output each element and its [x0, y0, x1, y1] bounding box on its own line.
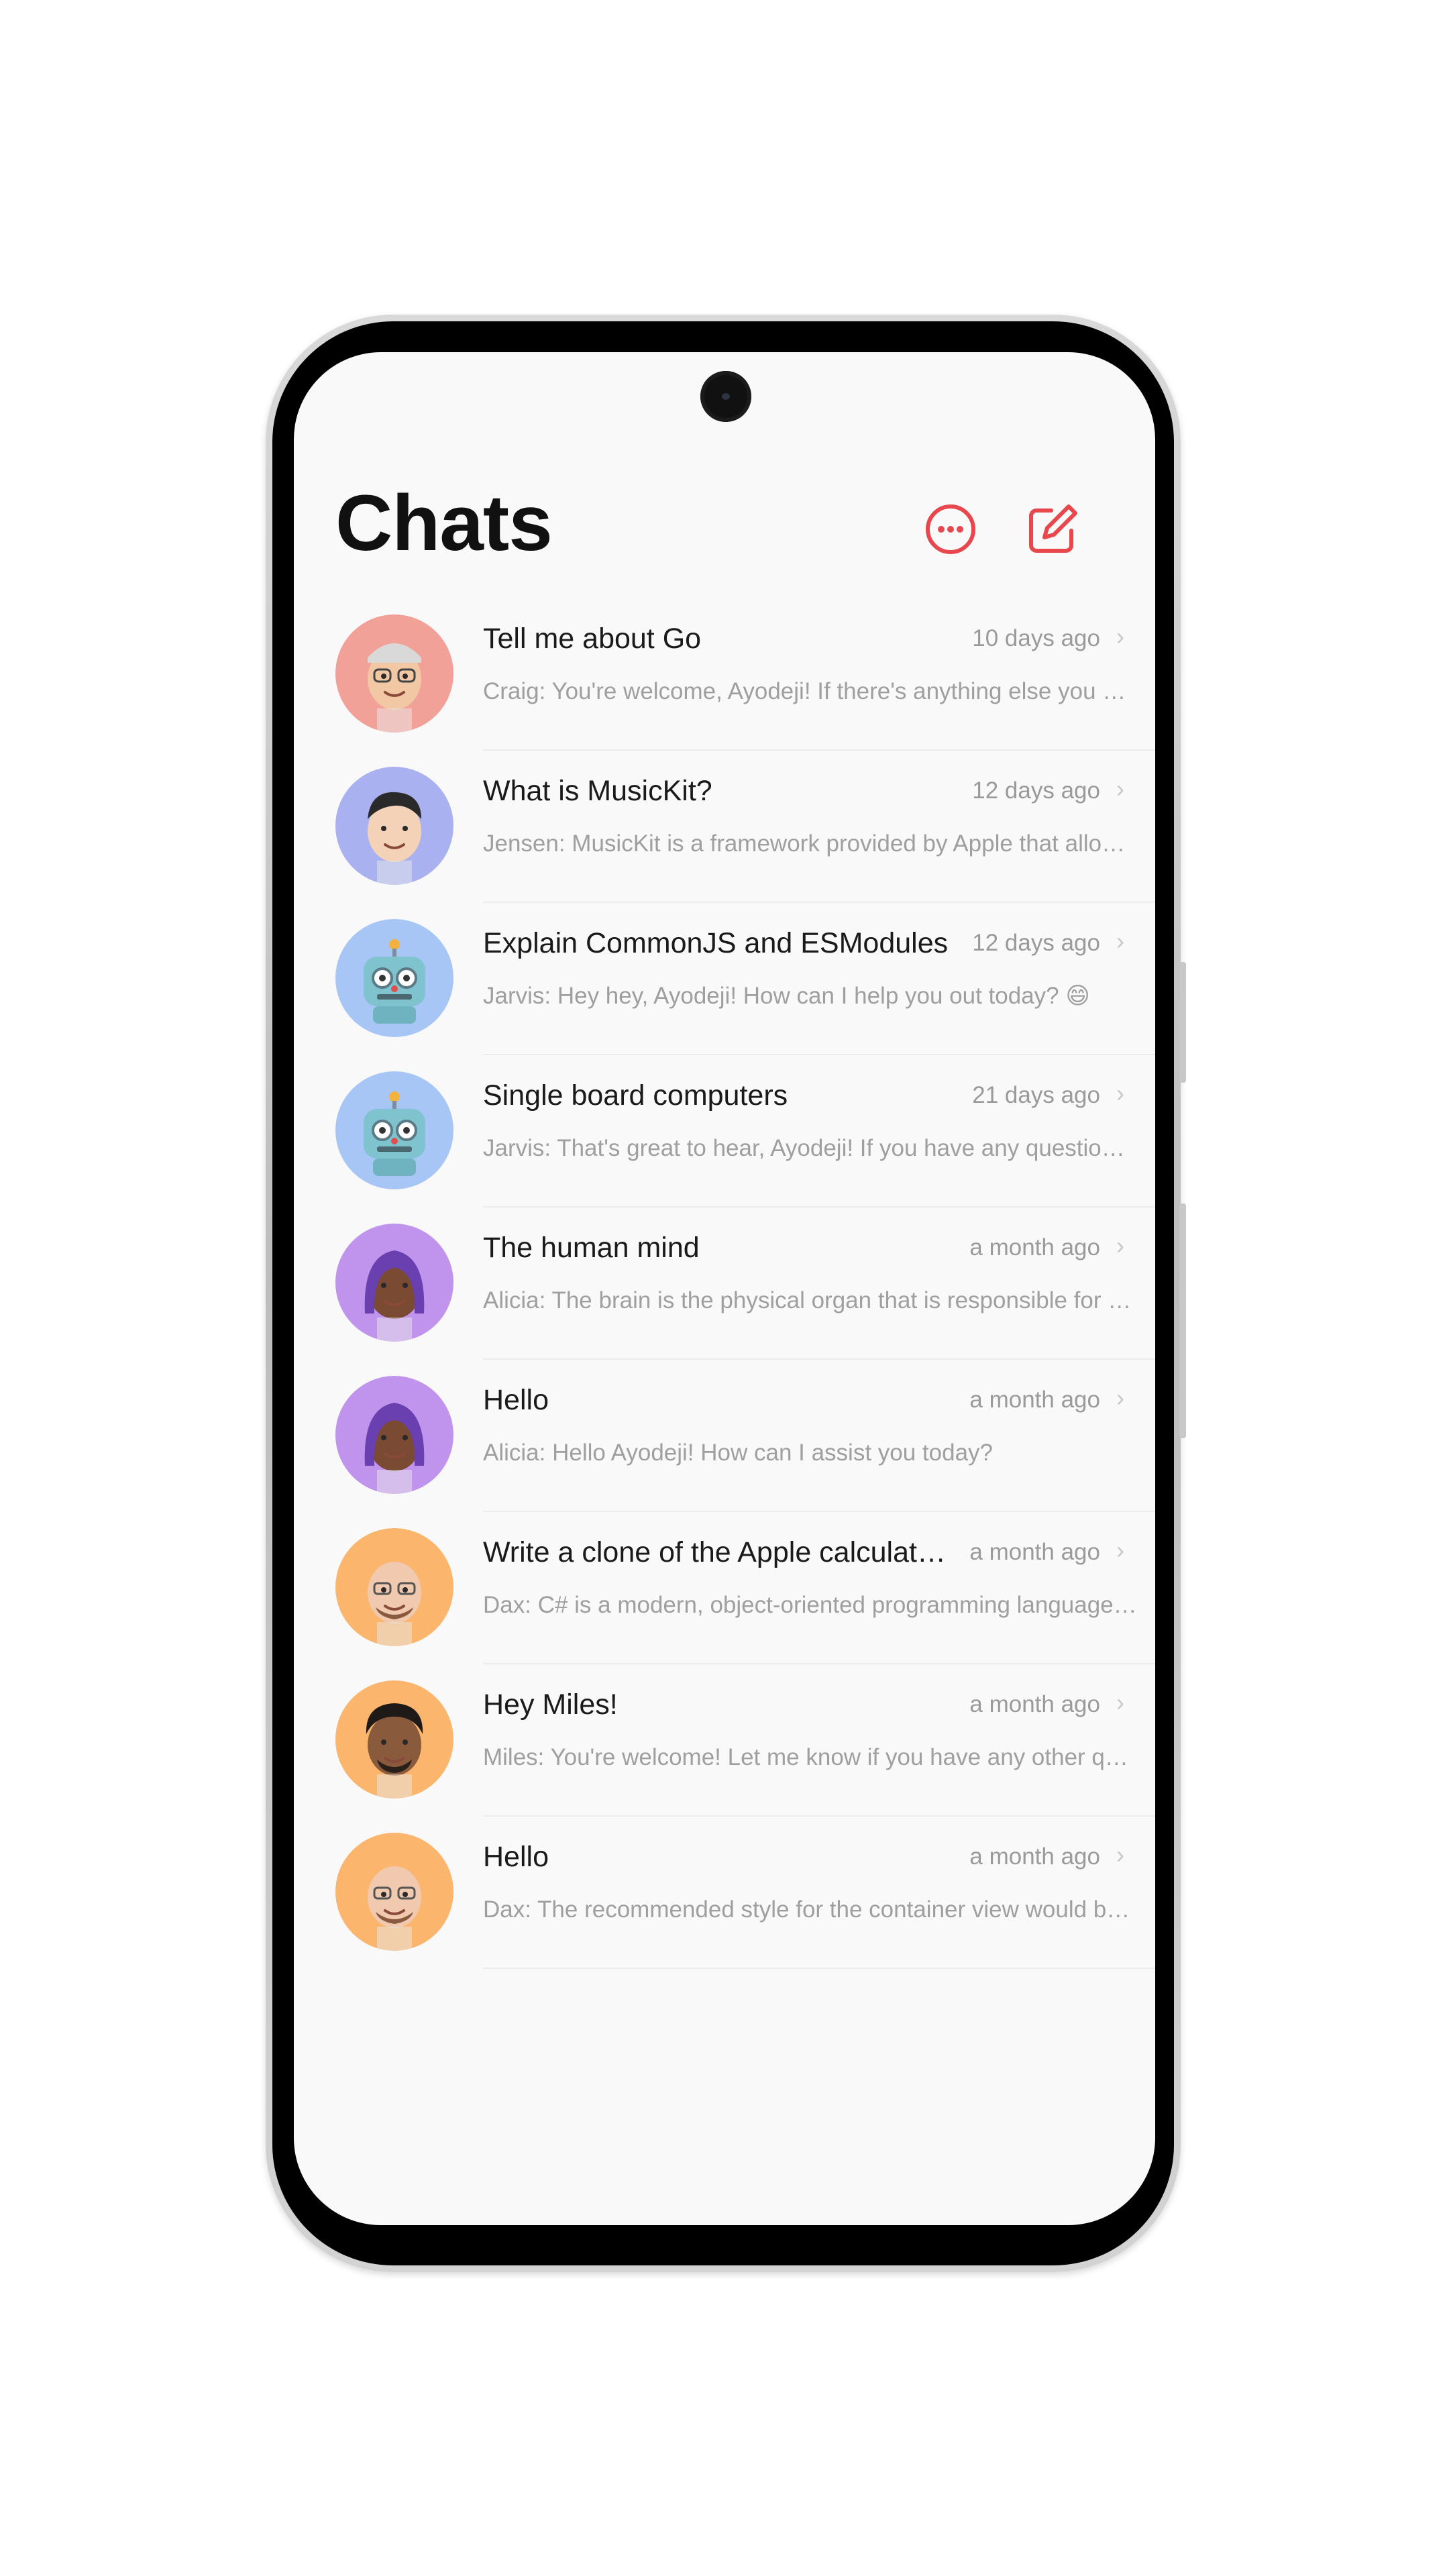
chat-preview: Jarvis: That's great to hear, Ayodeji! I… [483, 1135, 1137, 1161]
chat-title: Write a clone of the Apple calculator ap… [483, 1536, 953, 1568]
chevron-right-icon: › [1116, 1536, 1124, 1564]
chat-list-item[interactable]: Write a clone of the Apple calculator ap… [294, 1511, 1155, 1664]
chat-timestamp: a month ago [969, 1234, 1100, 1260]
chevron-right-icon: › [1116, 1841, 1124, 1868]
chat-list-item[interactable]: Tell me about Go 10 days ago › Craig: Yo… [294, 597, 1155, 751]
chat-item-body: What is MusicKit? 12 days ago › Jensen: … [483, 749, 1155, 903]
chat-timestamp: 12 days ago [972, 777, 1100, 804]
avatar [335, 1680, 453, 1799]
chat-item-body: Hello a month ago › Dax: The recommended… [483, 1815, 1155, 1969]
chat-item-body: Hey Miles! a month ago › Miles: You're w… [483, 1663, 1155, 1817]
avatar [335, 1528, 453, 1646]
chat-preview: Dax: The recommended style for the conta… [483, 1896, 1137, 1923]
avatar [335, 919, 453, 1037]
avatar [335, 1833, 453, 1951]
chevron-right-icon: › [1116, 1688, 1124, 1716]
power-button [1179, 1203, 1186, 1438]
chat-preview: Alicia: Hello Ayodeji! How can I assist … [483, 1440, 994, 1466]
chevron-right-icon: › [1116, 1079, 1124, 1107]
chevron-right-icon: › [1116, 775, 1124, 802]
avatar [335, 1224, 453, 1342]
chat-item-body: Tell me about Go 10 days ago › Craig: Yo… [483, 597, 1155, 751]
chat-preview: Dax: C# is a modern, object-oriented pro… [483, 1592, 1137, 1618]
avatar [335, 1376, 453, 1494]
chat-timestamp: a month ago [969, 1691, 1100, 1717]
chevron-right-icon: › [1116, 927, 1124, 955]
chat-item-body: Hello a month ago › Alicia: Hello Ayodej… [483, 1358, 1155, 1512]
chat-list-item[interactable]: Explain CommonJS and ESModules 12 days a… [294, 902, 1155, 1055]
chat-preview: Miles: You're welcome! Let me know if yo… [483, 1744, 1137, 1770]
chat-title: Single board computers [483, 1079, 788, 1112]
chat-title: Explain CommonJS and ESModules [483, 927, 949, 959]
page-title: Chats [335, 479, 553, 568]
chat-timestamp: 10 days ago [972, 625, 1100, 651]
chat-item-body: Explain CommonJS and ESModules 12 days a… [483, 902, 1155, 1055]
chat-title: Tell me about Go [483, 623, 702, 655]
chat-preview: Jarvis: Hey hey, Ayodeji! How can I help… [483, 983, 1090, 1009]
chat-timestamp: a month ago [969, 1387, 1100, 1413]
chat-item-body: Single board computers 21 days ago › Jar… [483, 1054, 1155, 1208]
chat-timestamp: a month ago [969, 1539, 1100, 1565]
chat-list-item[interactable]: Hey Miles! a month ago › Miles: You're w… [294, 1663, 1155, 1817]
avatar [335, 614, 453, 733]
more-horizontal-circle-icon [926, 504, 975, 554]
chat-title: What is MusicKit? [483, 775, 712, 807]
chat-title: The human mind [483, 1232, 700, 1264]
avatar [335, 767, 453, 885]
chevron-right-icon: › [1116, 1384, 1124, 1411]
chat-list: Tell me about Go 10 days ago › Craig: Yo… [294, 597, 1155, 1969]
volume-button [1179, 962, 1186, 1083]
chat-title: Hello [483, 1384, 549, 1416]
chat-item-body: The human mind a month ago › Alicia: The… [483, 1206, 1155, 1360]
new-chat-button[interactable] [1024, 501, 1081, 557]
chevron-right-icon: › [1116, 1232, 1124, 1259]
chat-list-item[interactable]: Hello a month ago › Alicia: Hello Ayodej… [294, 1358, 1155, 1512]
chat-timestamp: a month ago [969, 1843, 1100, 1870]
chat-list-item[interactable]: Single board computers 21 days ago › Jar… [294, 1054, 1155, 1208]
chat-preview: Craig: You're welcome, Ayodeji! If there… [483, 678, 1137, 704]
chevron-right-icon: › [1116, 623, 1124, 650]
app-screen: Chats Tell me about Go 10 days ago › Cra… [294, 352, 1155, 2225]
chat-list-item[interactable]: What is MusicKit? 12 days ago › Jensen: … [294, 749, 1155, 903]
chat-timestamp: 12 days ago [972, 930, 1100, 956]
chat-timestamp: 21 days ago [972, 1082, 1100, 1108]
avatar [335, 1071, 453, 1189]
chat-list-item[interactable]: Hello a month ago › Dax: The recommended… [294, 1815, 1155, 1969]
chat-item-body: Write a clone of the Apple calculator ap… [483, 1511, 1155, 1664]
front-camera [700, 371, 751, 422]
compose-icon [1029, 504, 1077, 553]
chat-preview: Jensen: MusicKit is a framework provided… [483, 830, 1137, 857]
more-options-button[interactable] [922, 501, 979, 557]
chat-preview: Alicia: The brain is the physical organ … [483, 1287, 1137, 1313]
chat-title: Hey Miles! [483, 1688, 618, 1721]
chat-list-item[interactable]: The human mind a month ago › Alicia: The… [294, 1206, 1155, 1360]
chats-header: Chats [335, 473, 1114, 574]
chat-title: Hello [483, 1841, 549, 1873]
